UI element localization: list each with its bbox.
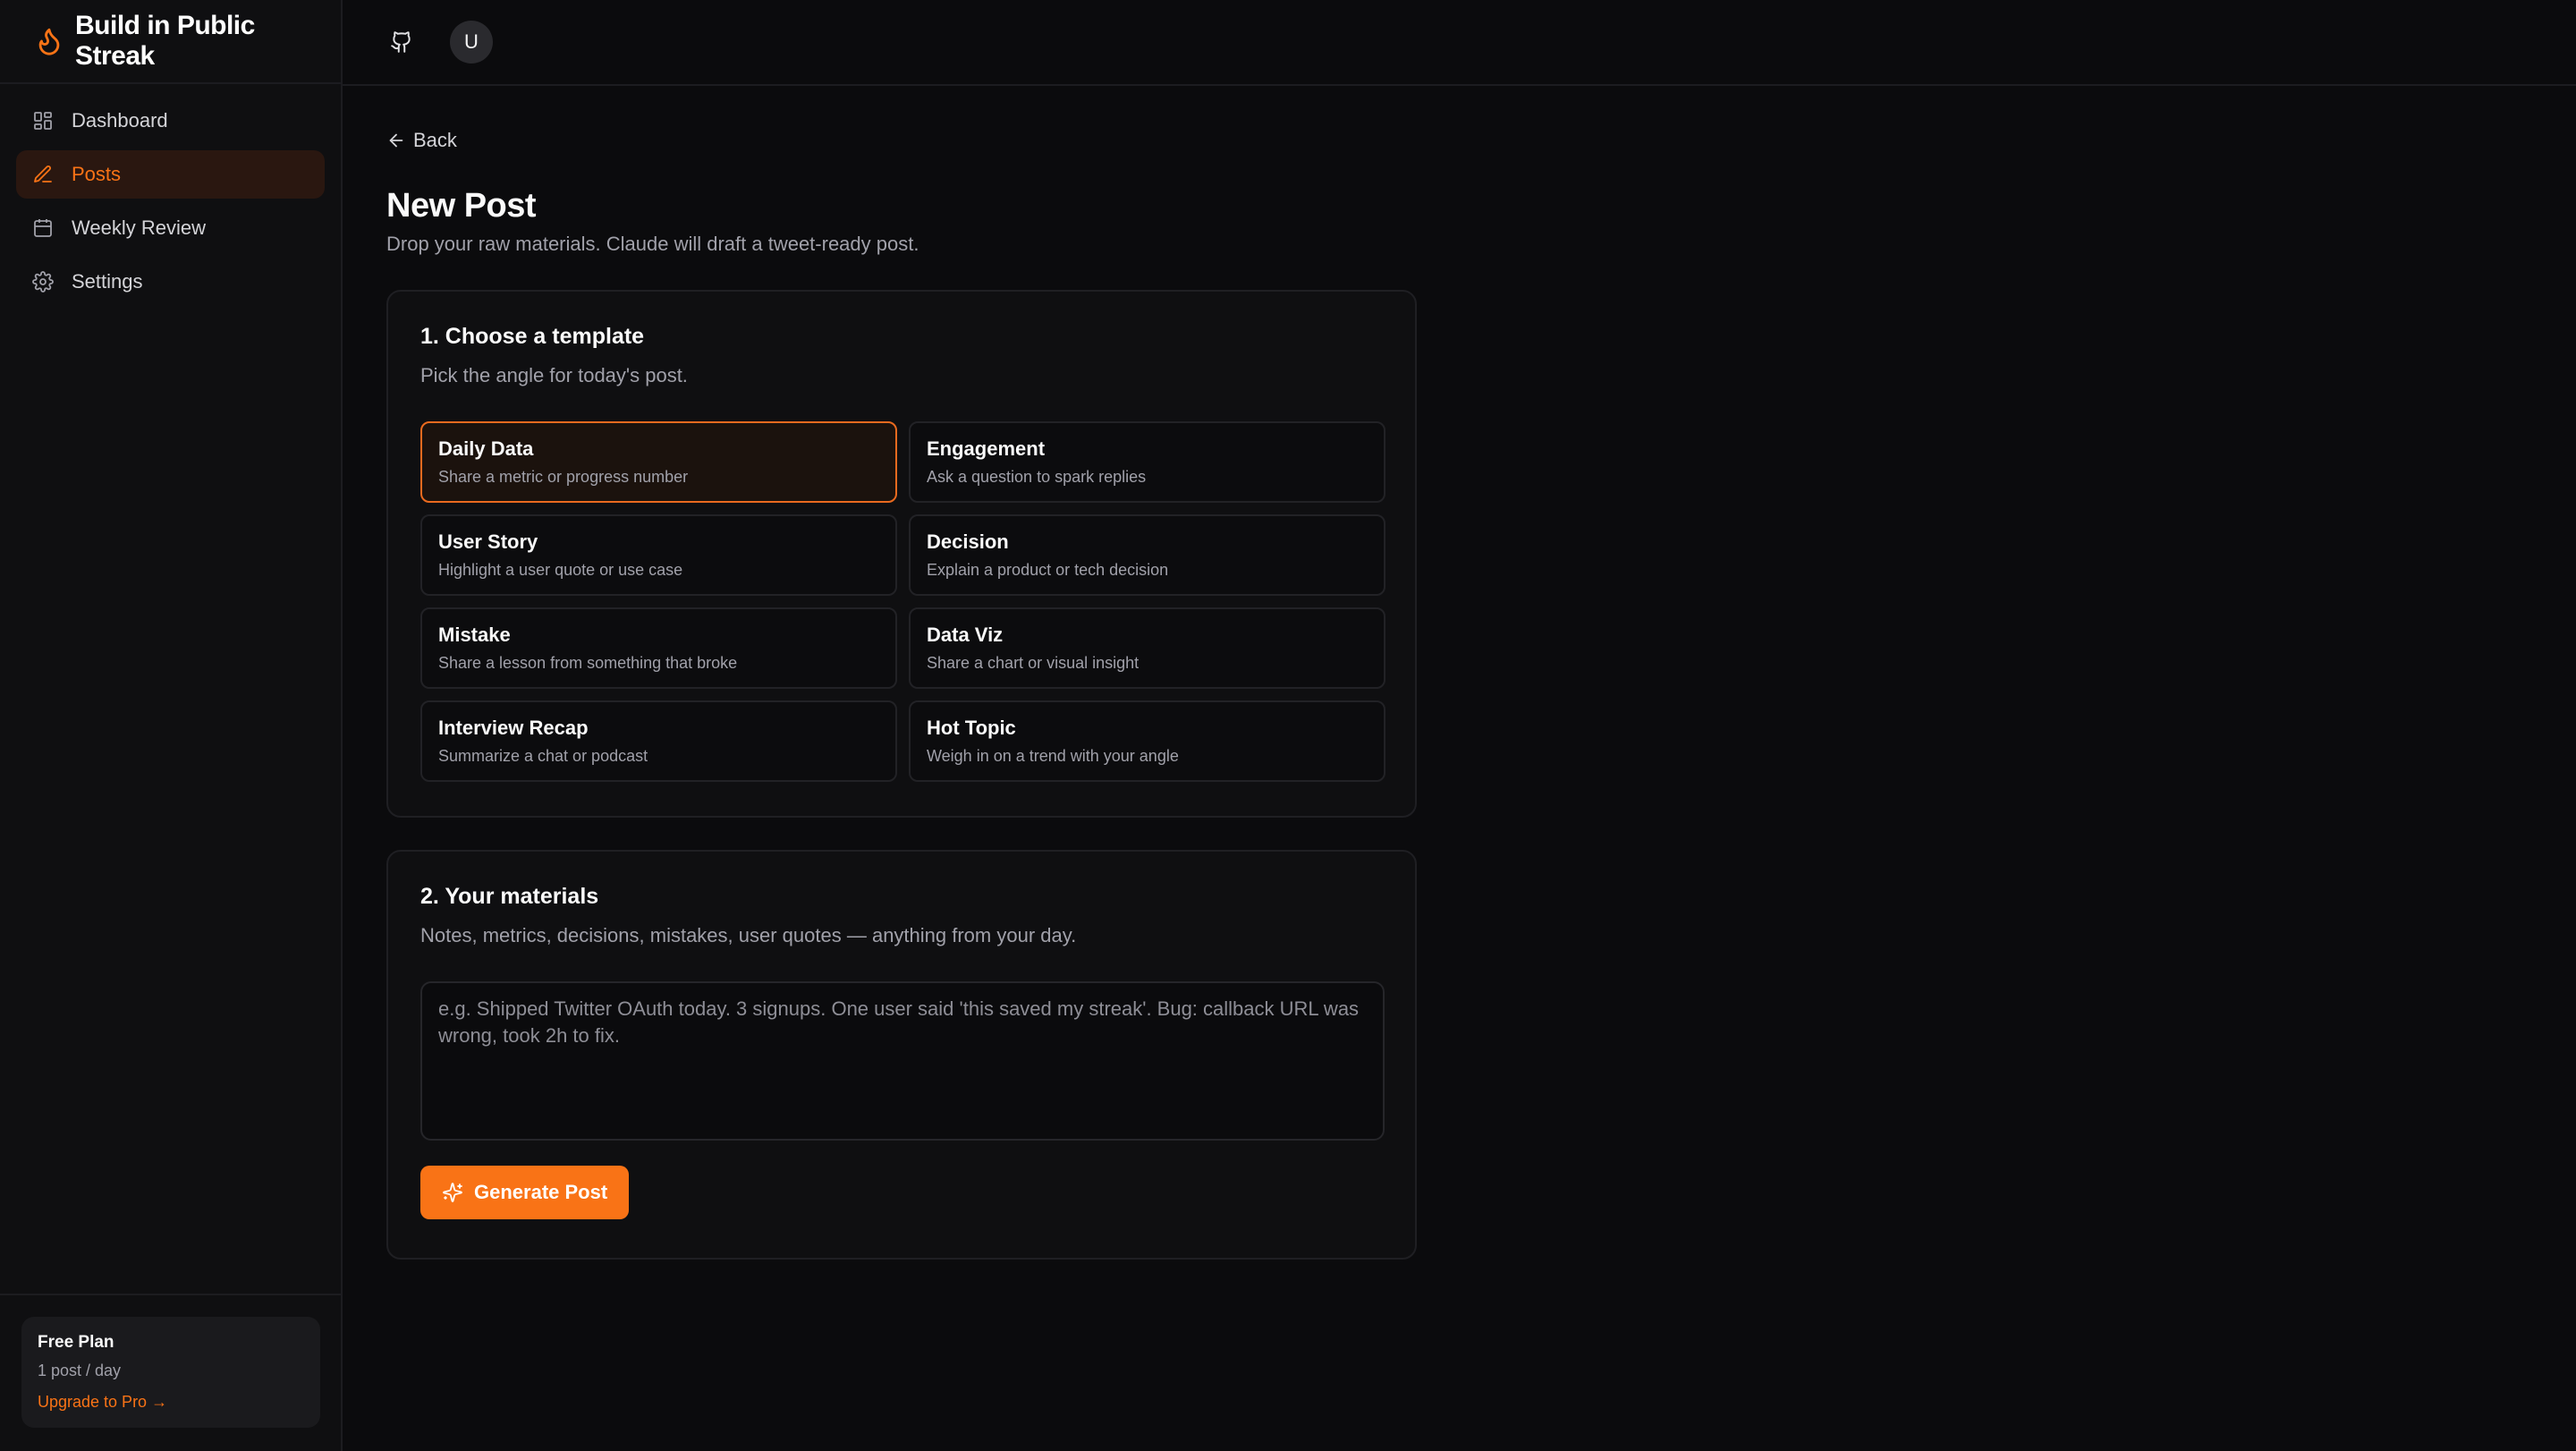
template-desc: Explain a product or tech decision (927, 561, 1169, 579)
materials-section: 2. Your materials Notes, metrics, decisi… (386, 850, 1417, 1260)
brand[interactable]: Build in Public Streak (0, 0, 341, 84)
template-option-engagement[interactable]: Engagement Ask a question to spark repli… (909, 421, 1385, 503)
section-title: 2. Your materials (420, 884, 599, 909)
gear-icon (32, 271, 54, 293)
calendar-icon (32, 217, 54, 239)
materials-input[interactable] (420, 981, 1385, 1141)
plan-limit: 1 post / day (38, 1362, 122, 1379)
section-subtitle: Notes, metrics, decisions, mistakes, use… (420, 924, 1077, 946)
section-subtitle: Pick the angle for today's post. (420, 364, 688, 386)
template-option-interview-recap[interactable]: Interview Recap Summarize a chat or podc… (420, 700, 897, 782)
app-title: Build in Public Streak (75, 11, 255, 71)
template-name: Mistake (438, 624, 511, 646)
sidebar-item-posts[interactable]: Posts (16, 150, 325, 199)
sidebar-item-label: Posts (72, 163, 122, 185)
section-title: 1. Choose a template (420, 324, 645, 349)
grid-icon (32, 110, 54, 132)
template-name: Data Viz (927, 624, 1004, 646)
plan-title: Free Plan (38, 1333, 114, 1352)
sidebar-item-label: Settings (72, 270, 143, 293)
template-section: 1. Choose a template Pick the angle for … (386, 290, 1417, 818)
template-name: Engagement (927, 437, 1046, 460)
back-label: Back (413, 129, 457, 151)
sidebar-item-label: Dashboard (72, 109, 168, 132)
template-name: Interview Recap (438, 717, 589, 739)
template-name: Hot Topic (927, 717, 1016, 739)
main-content: Back New Post Drop your raw materials. C… (386, 86, 1417, 1260)
page-subtitle: Drop your raw materials. Claude will dra… (386, 233, 919, 255)
github-icon[interactable] (386, 26, 418, 58)
template-option-decision[interactable]: Decision Explain a product or tech decis… (909, 514, 1385, 596)
template-name: Decision (927, 530, 1009, 553)
template-desc: Ask a question to spark replies (927, 468, 1147, 486)
sidebar-nav: Dashboard Posts Weekly Review Settings (0, 84, 341, 324)
plan-card: Free Plan 1 post / day Upgrade to Pro → (21, 1317, 320, 1428)
sidebar: Build in Public Streak Dashboard Posts W… (0, 0, 343, 1451)
pen-icon (32, 164, 54, 185)
topbar: U (343, 0, 2576, 86)
template-name: User Story (438, 530, 538, 553)
flame-icon (34, 26, 64, 56)
template-desc: Weigh in on a trend with your angle (927, 747, 1179, 765)
template-option-user-story[interactable]: User Story Highlight a user quote or use… (420, 514, 897, 596)
sparkles-icon (442, 1182, 463, 1203)
sidebar-item-dashboard[interactable]: Dashboard (16, 97, 325, 145)
template-desc: Share a chart or visual insight (927, 654, 1140, 672)
avatar[interactable]: U (450, 21, 493, 64)
template-name: Daily Data (438, 437, 534, 460)
arrow-left-icon (386, 131, 406, 150)
template-desc: Share a lesson from something that broke (438, 654, 738, 672)
sidebar-item-settings[interactable]: Settings (16, 258, 325, 306)
page-title: New Post (386, 187, 537, 225)
sidebar-item-weekly-review[interactable]: Weekly Review (16, 204, 325, 252)
template-option-mistake[interactable]: Mistake Share a lesson from something th… (420, 607, 897, 689)
template-desc: Summarize a chat or podcast (438, 747, 648, 765)
back-link[interactable]: Back (386, 129, 457, 152)
template-grid: Daily Data Share a metric or progress nu… (420, 421, 1385, 782)
template-option-hot-topic[interactable]: Hot Topic Weigh in on a trend with your … (909, 700, 1385, 782)
template-option-daily-data[interactable]: Daily Data Share a metric or progress nu… (420, 421, 897, 503)
template-desc: Highlight a user quote or use case (438, 561, 683, 579)
sidebar-item-label: Weekly Review (72, 216, 206, 239)
template-desc: Share a metric or progress number (438, 468, 689, 486)
generate-post-button[interactable]: Generate Post (420, 1166, 630, 1219)
generate-label: Generate Post (474, 1181, 608, 1203)
divider (0, 1294, 341, 1295)
template-option-data-viz[interactable]: Data Viz Share a chart or visual insight (909, 607, 1385, 689)
upgrade-link[interactable]: Upgrade to Pro → (38, 1393, 304, 1412)
